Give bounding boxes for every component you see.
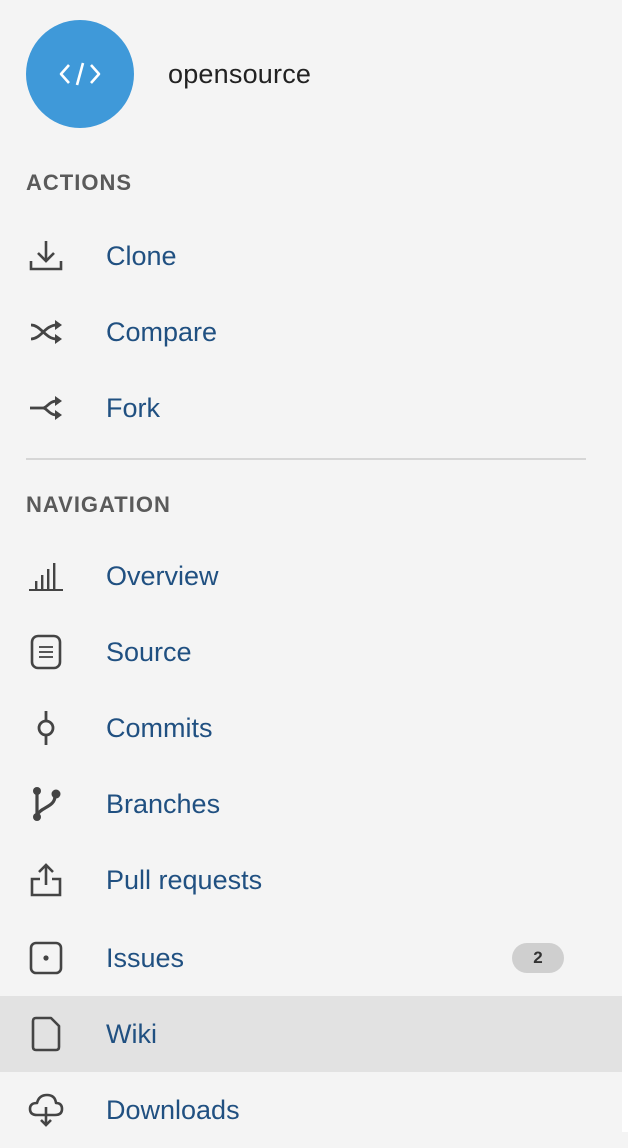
- sidebar-item-issues[interactable]: Issues 2: [0, 920, 622, 996]
- shuffle-icon: [22, 308, 70, 356]
- repo-header[interactable]: opensource: [26, 20, 311, 128]
- sidebar-item-label: Source: [106, 636, 192, 667]
- action-item-compare[interactable]: Compare: [0, 294, 622, 370]
- sidebar-item-label: Wiki: [106, 1018, 157, 1049]
- bar-chart-icon: [22, 552, 70, 600]
- upload-icon: [22, 856, 70, 904]
- fork-icon: [22, 384, 70, 432]
- document-icon: [22, 628, 70, 676]
- action-item-fork[interactable]: Fork: [0, 370, 622, 446]
- branch-icon: [22, 780, 70, 828]
- sidebar-item-source[interactable]: Source: [0, 614, 622, 690]
- commit-icon: [22, 704, 70, 752]
- sidebar-item-wiki[interactable]: Wiki: [0, 996, 622, 1072]
- sidebar-item-overview[interactable]: Overview: [0, 538, 622, 614]
- action-item-clone[interactable]: Clone: [0, 218, 622, 294]
- action-item-label: Compare: [106, 316, 218, 347]
- section-divider: [26, 458, 586, 460]
- sidebar-item-label: Overview: [106, 560, 219, 591]
- sidebar-item-label: Commits: [106, 712, 213, 743]
- repo-name[interactable]: opensource: [168, 59, 311, 90]
- sidebar-item-branches[interactable]: Branches: [0, 766, 622, 842]
- sidebar-item-label: Downloads: [106, 1094, 240, 1125]
- sidebar-item-downloads[interactable]: Downloads: [0, 1072, 622, 1148]
- issue-icon: [22, 934, 70, 982]
- sidebar-item-label: Pull requests: [106, 864, 263, 895]
- sidebar-item-commits[interactable]: Commits: [0, 690, 622, 766]
- sidebar-item-pull-requests[interactable]: Pull requests: [0, 842, 622, 918]
- action-item-label: Fork: [106, 392, 160, 423]
- cloud-download-icon: [22, 1086, 70, 1134]
- navigation-heading: NAVIGATION: [26, 492, 171, 517]
- code-brackets-icon: [59, 62, 101, 86]
- issues-count-badge: 2: [512, 943, 564, 973]
- action-item-label: Clone: [106, 240, 177, 271]
- page-icon: [22, 1010, 70, 1058]
- repo-avatar[interactable]: [26, 20, 134, 128]
- repository-sidebar: opensource ACTIONS Clone Compare Fork NA…: [0, 0, 628, 1132]
- sidebar-item-label: Issues: [106, 942, 185, 973]
- sidebar-item-label: Branches: [106, 788, 221, 819]
- actions-heading: ACTIONS: [26, 170, 132, 195]
- download-icon: [22, 232, 70, 280]
